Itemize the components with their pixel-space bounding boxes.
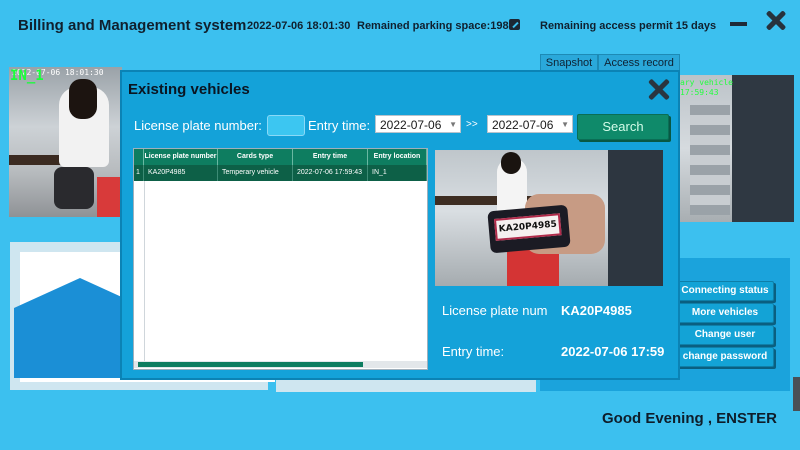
edge-scroll-handle[interactable] [793,377,800,411]
column-header-card-type[interactable]: Cards type [218,149,293,165]
plate-num-value: KA20P4985 [561,303,632,318]
entry-time-label: Entry time: [308,118,371,133]
plate-number-label: License plate number: [134,118,262,133]
column-header-entry-location[interactable]: Entry location [368,149,427,165]
chevron-down-icon: ▼ [449,120,457,129]
cell-plate: KA20P4985 [144,165,218,181]
app-title: Billing and Management system [18,17,247,34]
camera-overlay-time: 17:59:43 [680,88,719,97]
close-icon[interactable] [648,78,670,101]
horizontal-scrollbar[interactable] [134,361,427,368]
chevron-down-icon: ▼ [561,120,569,129]
change-password-button[interactable]: change password [676,347,774,367]
entry-time-detail-value: 2022-07-06 17:59 [561,344,665,359]
more-vehicles-button[interactable]: More vehicles [676,303,774,323]
greeting-text: Good Evening , ENSTER [602,410,778,427]
plate-in-photo: KA20P4985 [493,213,562,241]
plate-number-input[interactable] [267,115,305,136]
index-column-header [134,149,144,165]
parking-space-count: Remained parking space:198 [357,20,509,32]
cell-entry-time: 2022-07-06 17:59:43 [293,165,368,181]
row-gutter [144,181,145,361]
table-row[interactable]: 1 KA20P4985 Temperary vehicle 2022-07-06… [134,165,427,181]
status-strip [276,380,536,392]
current-datetime: 2022-07-06 18:01:30 [247,20,351,32]
column-header-entry-time[interactable]: Entry time [293,149,368,165]
date-range-separator: >> [466,119,478,130]
column-header-plate[interactable]: License plate number [144,149,218,165]
plate-num-label: License plate num [442,303,548,318]
end-date-picker[interactable]: 2022-07-06 ▼ [487,115,573,133]
start-date-picker[interactable]: 2022-07-06 ▼ [375,115,461,133]
search-button[interactable]: Search [577,114,669,140]
connecting-status-button[interactable]: Connecting status [676,281,774,301]
camera-overlay-text: ary vehicle [680,78,733,87]
close-icon[interactable] [765,10,787,31]
existing-vehicles-dialog: Existing vehicles License plate number: … [120,70,680,380]
vehicle-snapshot-image: KA20P4985 [435,150,663,286]
minimize-icon[interactable] [730,22,747,26]
vehicles-table: License plate number Cards type Entry ti… [133,148,428,370]
change-user-button[interactable]: Change user [676,325,774,345]
scrollbar-thumb[interactable] [138,362,363,367]
end-date-value: 2022-07-06 [492,118,554,132]
cell-entry-location: IN_1 [368,165,427,181]
dialog-title: Existing vehicles [128,81,250,98]
cell-card-type: Temperary vehicle [218,165,293,181]
entry-camera-view: 2022-07-06 18:01:30 IN_1 [9,67,122,217]
snapshot-camera-view: ary vehicle 17:59:43 [680,75,794,222]
entry-time-detail-label: Entry time: [442,344,505,359]
row-index: 1 [134,165,144,181]
permit-remaining: Remaining access permit 15 days [540,20,717,32]
table-header: License plate number Cards type Entry ti… [134,149,427,165]
start-date-value: 2022-07-06 [380,118,442,132]
camera-label: IN_1 [10,68,44,84]
edit-icon[interactable] [509,19,520,30]
